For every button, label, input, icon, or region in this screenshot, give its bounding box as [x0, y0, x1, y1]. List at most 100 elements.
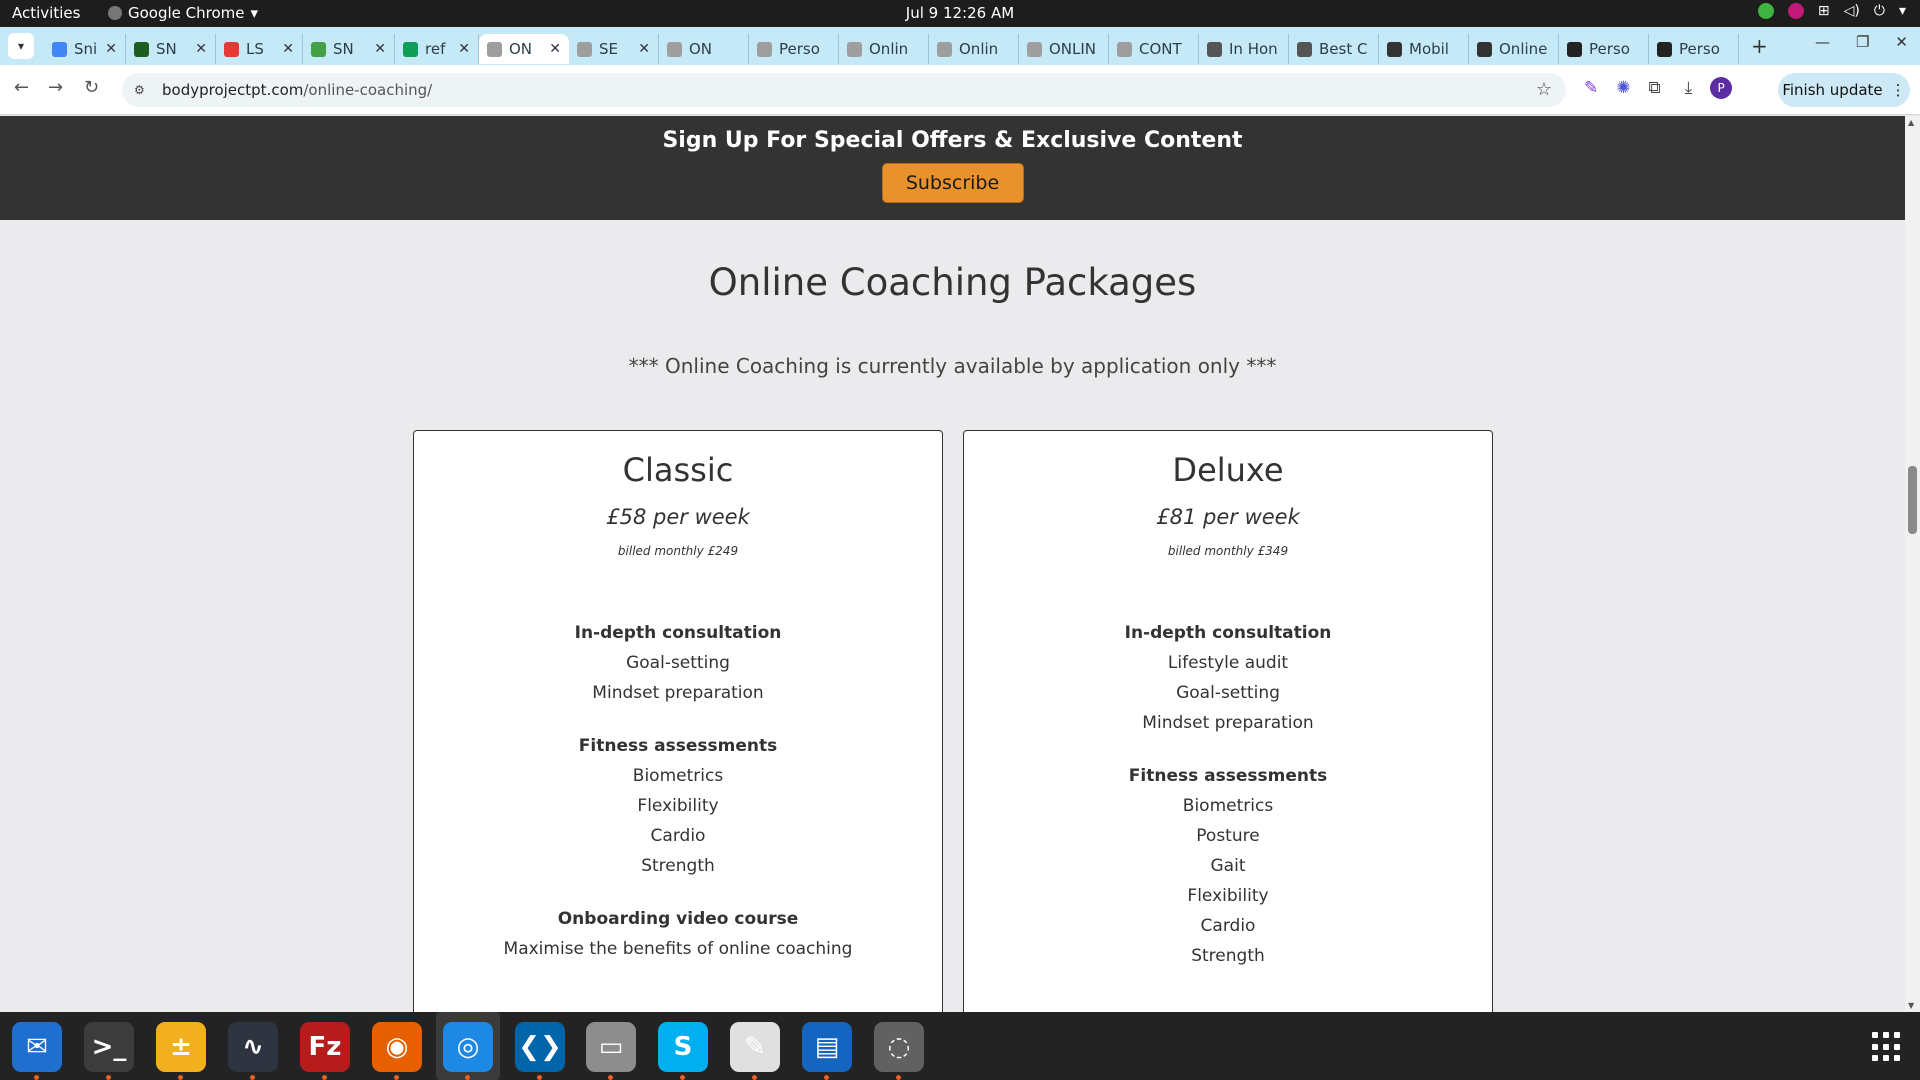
tab-title: ONLIN: [1049, 40, 1097, 58]
system-tray[interactable]: ⊞ ◁) ⏻ ▾: [1757, 3, 1906, 19]
firefox-icon[interactable]: ◉: [372, 1022, 422, 1080]
package-name: Classic: [622, 451, 734, 489]
address-bar[interactable]: ⚙ bodyprojectpt.com/online-coaching/ ☆: [122, 73, 1566, 107]
files-icon[interactable]: ▭: [586, 1022, 636, 1080]
feature-item: Goal-setting: [1176, 683, 1280, 703]
tab-close-icon[interactable]: ✕: [195, 41, 207, 57]
new-tab-button[interactable]: +: [1751, 34, 1768, 58]
tab-title: Mobil: [1409, 40, 1449, 58]
tab-favicon-icon: [1567, 41, 1582, 57]
restore-icon[interactable]: ❐: [1856, 33, 1869, 51]
skype-icon[interactable]: S: [658, 1022, 708, 1080]
scrollbar-thumb[interactable]: [1908, 466, 1917, 534]
puzzle-extensions-icon[interactable]: ⧉: [1649, 78, 1661, 98]
text-editor-icon[interactable]: ✎: [730, 1022, 780, 1080]
feature-item: Mindset preparation: [1142, 713, 1314, 733]
feature-item: Strength: [1191, 946, 1265, 966]
site-info-icon[interactable]: ⚙: [134, 83, 150, 97]
browser-tab[interactable]: ref ✕: [395, 34, 479, 64]
tab-search-button[interactable]: ▾: [8, 33, 34, 59]
browser-tab[interactable]: Sni ✕: [44, 34, 126, 64]
browser-tab[interactable]: SN ✕: [303, 34, 395, 64]
status-check-icon[interactable]: [1757, 3, 1774, 19]
filezilla-icon[interactable]: Fz: [300, 1022, 350, 1080]
browser-tab[interactable]: SN ✕: [126, 34, 216, 64]
browser-tab[interactable]: ONLIN: [1019, 34, 1109, 64]
system-monitor-icon[interactable]: ∿: [228, 1022, 278, 1080]
url-text: bodyprojectpt.com/online-coaching/: [162, 81, 432, 99]
feature-group: Fitness assessments Biometrics Flexibility…: [414, 731, 942, 881]
browser-tab[interactable]: Onlin: [929, 34, 1019, 64]
tab-close-icon[interactable]: ✕: [282, 41, 294, 57]
tab-favicon-icon: [577, 41, 592, 57]
chrome-icon[interactable]: ◎: [443, 1022, 493, 1080]
browser-tab[interactable]: ON: [659, 34, 749, 64]
gear-extension-icon[interactable]: ✺: [1616, 78, 1630, 98]
browser-tab[interactable]: Online: [1469, 34, 1559, 64]
reload-icon[interactable]: ↻: [84, 77, 99, 98]
browser-tab[interactable]: Onlin: [839, 34, 929, 64]
browser-tab[interactable]: Perso: [1559, 34, 1649, 64]
browser-tab[interactable]: ON ✕: [479, 34, 569, 64]
close-icon[interactable]: ✕: [1895, 33, 1908, 51]
package-price: £58 per week: [606, 505, 750, 529]
extension-tray-icon[interactable]: [1787, 3, 1804, 19]
libreoffice-writer-icon[interactable]: ▤: [802, 1022, 852, 1080]
tab-close-icon[interactable]: ✕: [105, 41, 117, 57]
power-icon[interactable]: ⏻: [1874, 3, 1885, 19]
minimize-icon[interactable]: —: [1815, 33, 1830, 51]
scroll-up-arrow-icon[interactable]: ▲: [1908, 118, 1914, 127]
browser-tab[interactable]: CONT: [1109, 34, 1199, 64]
tab-title: In Hon: [1229, 40, 1278, 58]
volume-icon[interactable]: ◁): [1844, 3, 1860, 19]
calculator-icon[interactable]: ±: [156, 1022, 206, 1080]
browser-tab[interactable]: In Hon: [1199, 34, 1289, 64]
tab-favicon-icon: [1477, 41, 1492, 57]
scroll-down-arrow-icon[interactable]: ▼: [1908, 1001, 1914, 1010]
pen-extension-icon[interactable]: ✎: [1584, 78, 1598, 98]
terminal-icon[interactable]: >_: [84, 1022, 134, 1080]
subscribe-button[interactable]: Subscribe: [881, 163, 1024, 203]
feature-group-heading: Fitness assessments: [1128, 766, 1328, 786]
tab-close-icon[interactable]: ✕: [638, 41, 650, 57]
package-billing: billed monthly £249: [617, 544, 739, 558]
download-icon[interactable]: ⤓: [1685, 78, 1693, 98]
browser-tab[interactable]: Mobil: [1379, 34, 1469, 64]
vscode-icon[interactable]: ❮❯: [515, 1022, 565, 1080]
chevron-down-icon[interactable]: ▾: [1899, 3, 1906, 19]
finish-update-label: Finish update: [1782, 81, 1883, 99]
forward-icon[interactable]: →: [48, 77, 63, 98]
feature-group: In-depth consultation Goal-setting Mindset…: [414, 618, 942, 708]
feature-group-heading: In-depth consultation: [1124, 623, 1332, 643]
tab-favicon-icon: [1387, 41, 1402, 57]
disk-icon[interactable]: ◌: [874, 1022, 924, 1080]
back-icon[interactable]: ←: [14, 77, 29, 98]
finish-update-button[interactable]: Finish update ⋮: [1778, 73, 1910, 107]
clock[interactable]: Jul 9 12:26 AM: [0, 4, 1920, 22]
package-billing: billed monthly £349: [1167, 544, 1289, 558]
tab-favicon-icon: [52, 41, 67, 57]
tab-title: Perso: [1589, 40, 1630, 58]
page-scrollbar[interactable]: ▲ ▼: [1905, 116, 1920, 1012]
profile-avatar[interactable]: P: [1710, 77, 1733, 99]
browser-tab[interactable]: Perso: [1649, 34, 1739, 64]
tab-close-icon[interactable]: ✕: [549, 41, 561, 57]
browser-tab[interactable]: LS ✕: [216, 34, 303, 64]
network-icon[interactable]: ⊞: [1818, 3, 1830, 19]
signup-banner: Sign Up For Special Offers & Exclusive C…: [0, 116, 1905, 220]
browser-tab[interactable]: Perso: [749, 34, 839, 64]
browser-tab[interactable]: Best C: [1289, 34, 1379, 64]
tab-title: Sni: [74, 40, 98, 58]
tab-close-icon[interactable]: ✕: [374, 41, 386, 57]
thunderbird-icon[interactable]: ✉: [12, 1022, 62, 1080]
feature-item: Posture: [1196, 826, 1260, 846]
availability-note: *** Online Coaching is currently availab…: [628, 354, 1277, 378]
show-apps-grid-icon[interactable]: [1872, 1032, 1902, 1062]
bookmark-star-icon[interactable]: ☆: [1536, 79, 1552, 100]
packages-title: Online Coaching Packages: [708, 261, 1197, 304]
browser-tab[interactable]: SE ✕: [569, 34, 659, 64]
browser-toolbar: ← → ↻ ⚙ bodyprojectpt.com/online-coachin…: [0, 65, 1920, 115]
tab-favicon-icon: [1207, 41, 1222, 57]
tab-close-icon[interactable]: ✕: [458, 41, 470, 57]
feature-item: Mindset preparation: [592, 683, 764, 703]
